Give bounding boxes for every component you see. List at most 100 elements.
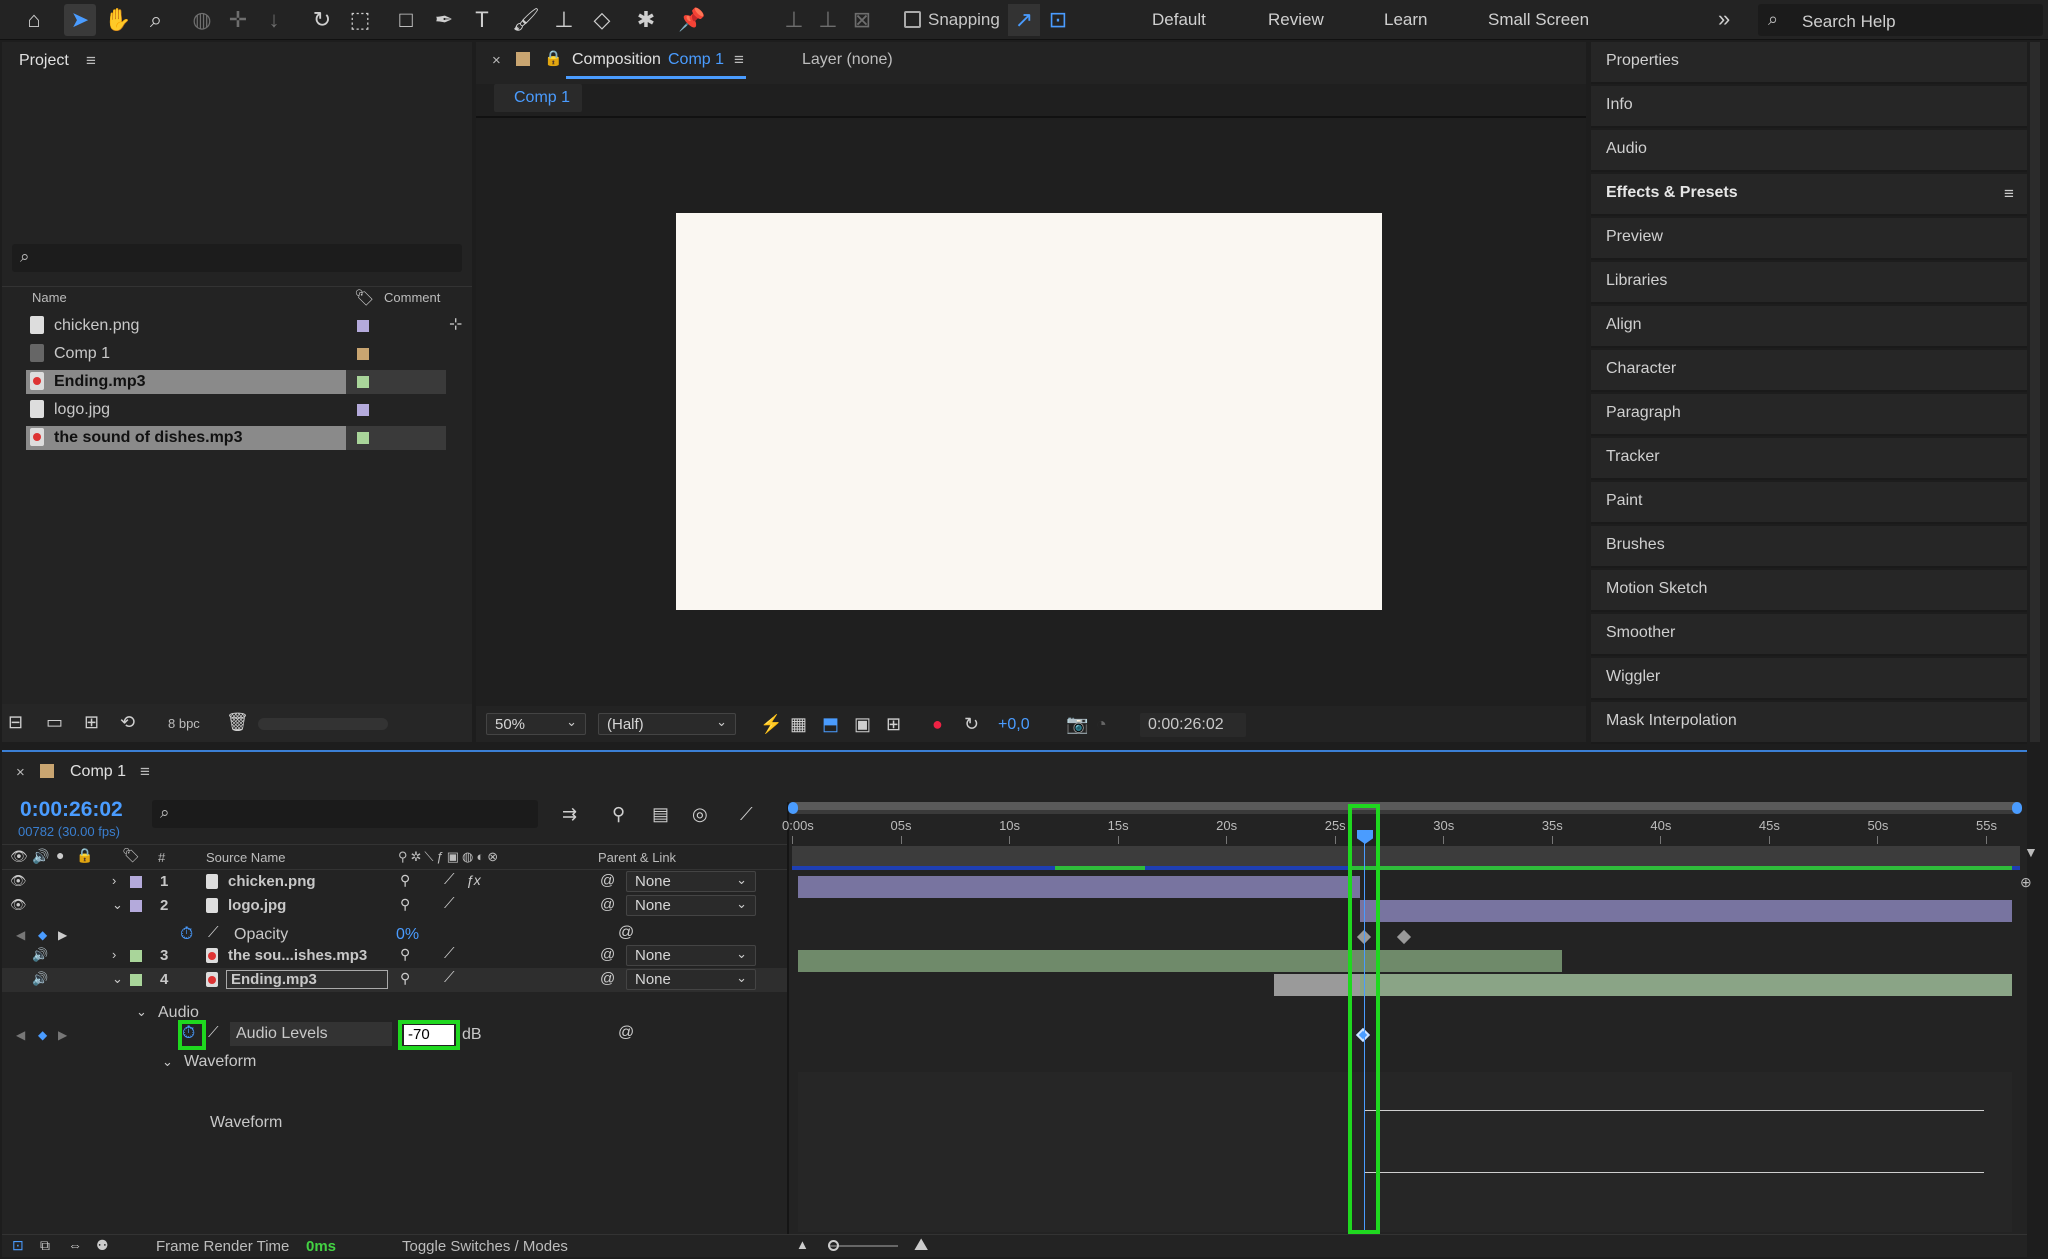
effects-switch-icon[interactable]: ƒx	[466, 872, 481, 888]
work-area-start-handle[interactable]	[788, 802, 798, 814]
graph-icon[interactable]: ⟋	[208, 1024, 219, 1041]
layer-switches-toggle-icon[interactable]: ⊡	[12, 1237, 24, 1254]
exposure-value[interactable]: +0,0	[998, 716, 1030, 734]
search-help-box[interactable]: ⌕ Search Help	[1758, 4, 2043, 36]
panel-align[interactable]: Align	[1591, 306, 2027, 348]
chevron-right-icon[interactable]: ›	[112, 947, 116, 962]
audio-levels-input[interactable]: -70	[404, 1025, 454, 1045]
parent-pickwhip-icon[interactable]: @	[600, 872, 615, 889]
label-color-swatch[interactable]	[357, 376, 369, 388]
timeline-search-input[interactable]: ⌕	[152, 800, 538, 828]
zoom-out-icon[interactable]: ▲	[796, 1237, 809, 1252]
reset-exposure-icon[interactable]: ↻	[964, 714, 979, 735]
close-tab-icon[interactable]: ×	[16, 764, 25, 781]
panel-menu-icon[interactable]: ≡	[140, 762, 150, 782]
panel-properties[interactable]: Properties	[1591, 42, 2027, 84]
delete-icon[interactable]: 🗑	[226, 712, 249, 733]
layer-source-name[interactable]: chicken.png	[228, 873, 316, 890]
layer-row[interactable]: 🔊 ⌄ 4 Ending.mp3 ⚲ ⟋ @ None ⌄	[2, 968, 787, 992]
lock-icon[interactable]: 🔒	[544, 49, 563, 67]
layer-row[interactable]: 👁 › 1 chicken.png ⚲ ⟋ ƒx @ None ⌄	[2, 870, 787, 894]
label-tag-icon[interactable]: 🏷	[354, 288, 374, 308]
pen-tool-icon[interactable]: ✒	[428, 4, 460, 36]
layer-source-name[interactable]: the sou...ishes.mp3	[228, 947, 367, 964]
rectangle-tool-icon[interactable]: □	[390, 4, 422, 36]
add-keyframe-icon[interactable]: ◆	[38, 1028, 47, 1042]
snap-edges-icon[interactable]: ↗	[1008, 4, 1040, 36]
parent-pickwhip-icon[interactable]: @	[600, 896, 615, 913]
comment-column-header[interactable]: Comment	[384, 290, 440, 305]
number-column-header[interactable]: #	[158, 850, 165, 865]
new-folder-icon[interactable]: ▭	[46, 712, 63, 733]
solo-icon[interactable]: ●	[56, 847, 64, 863]
audio-levels-stopwatch-icon[interactable]: ⏱	[182, 1023, 195, 1043]
in-out-toggle-icon[interactable]: ⇔	[68, 1237, 82, 1253]
audio-toggle-icon[interactable]: 🔊	[32, 947, 48, 963]
search-help-input[interactable]: Search Help	[1802, 12, 1896, 32]
graph-icon[interactable]: ⟋	[208, 924, 219, 941]
layer-bar-sound-of-dishes[interactable]	[798, 950, 1562, 972]
layer-tab[interactable]: Layer (none)	[802, 51, 893, 69]
composition-tab-name[interactable]: Comp 1	[668, 51, 724, 69]
viewer-timecode[interactable]: 0:00:26:02	[1140, 713, 1246, 737]
toggle-switches-modes-button[interactable]: Toggle Switches / Modes	[402, 1238, 568, 1255]
brush-tool-icon[interactable]: 🖌	[510, 4, 542, 36]
graph-editor-icon[interactable]: ⟋	[740, 804, 753, 825]
timeline-tab[interactable]: Comp 1	[70, 763, 126, 781]
label-color-swatch[interactable]	[357, 404, 369, 416]
panel-tracker[interactable]: Tracker	[1591, 438, 2027, 480]
shy-switch-icon[interactable]: ⚲	[400, 872, 410, 889]
stopwatch-icon[interactable]: ⏱	[180, 924, 193, 944]
dolly-camera-icon[interactable]: ↓	[258, 4, 290, 36]
parent-pickwhip-icon[interactable]: @	[600, 970, 615, 987]
home-icon[interactable]: ⌂	[18, 4, 50, 36]
layer-bar-logo[interactable]	[1360, 900, 2012, 922]
project-search-input[interactable]: ⌕	[12, 244, 462, 272]
layer-source-name[interactable]: Ending.mp3	[226, 970, 388, 989]
panel-effects-presets[interactable]: Effects & Presets	[1591, 174, 2027, 216]
panel-audio[interactable]: Audio	[1591, 130, 2027, 172]
work-area-end-handle[interactable]	[2012, 802, 2022, 814]
snap-features-icon[interactable]: ⊡	[1042, 4, 1074, 36]
workspace-default[interactable]: Default	[1152, 10, 1206, 30]
panel-character[interactable]: Character	[1591, 350, 2027, 392]
puppet-pin-icon[interactable]: 📌	[676, 4, 708, 36]
panel-paint[interactable]: Paint	[1591, 482, 2027, 524]
close-tab-icon[interactable]: ×	[492, 52, 501, 69]
layer-bar-chicken[interactable]	[798, 876, 1360, 898]
project-list-item[interactable]: the sound of dishes.mp3	[2, 424, 472, 452]
bit-depth-label[interactable]: 8 bpc	[168, 716, 200, 731]
project-list-item[interactable]: chicken.png	[2, 312, 472, 340]
prev-keyframe-icon[interactable]: ◀	[16, 928, 25, 942]
snapshot-camera-icon[interactable]: 📷	[1066, 714, 1088, 735]
new-composition-icon[interactable]: ⊞	[84, 712, 99, 733]
right-panel-scrollbar[interactable]	[2030, 42, 2040, 742]
panel-preview[interactable]: Preview	[1591, 218, 2027, 260]
label-color-swatch[interactable]	[357, 348, 369, 360]
quality-switch-icon[interactable]: ⟋	[444, 969, 455, 986]
workspace-small-screen[interactable]: Small Screen	[1488, 10, 1589, 30]
quality-switch-icon[interactable]: ⟋	[444, 871, 455, 888]
comp-button-icon[interactable]: ⊕	[2020, 874, 2032, 891]
opacity-value[interactable]: 0%	[396, 926, 419, 944]
axis-world-icon[interactable]: ⊥	[812, 4, 844, 36]
workspace-review[interactable]: Review	[1268, 10, 1324, 30]
type-tool-icon[interactable]: T	[466, 4, 498, 36]
axis-local-icon[interactable]: ⊥	[778, 4, 810, 36]
interpret-footage-icon[interactable]: ⊟	[8, 712, 23, 733]
panel-brushes[interactable]: Brushes	[1591, 526, 2027, 568]
zoom-dropdown[interactable]: 50% ⌄	[486, 713, 586, 735]
render-time-toggle-icon[interactable]: ⚉	[96, 1237, 109, 1254]
quality-switch-icon[interactable]: ⟋	[444, 945, 455, 962]
chevron-down-icon[interactable]: ⌄	[112, 971, 123, 987]
roto-brush-icon[interactable]: ✱	[630, 4, 662, 36]
thumbnail-slider[interactable]	[258, 718, 388, 730]
source-name-column-header[interactable]: Source Name	[206, 850, 285, 865]
hand-tool-icon[interactable]: ✋	[102, 4, 134, 36]
name-column-header[interactable]: Name	[32, 290, 67, 305]
zoom-in-icon[interactable]: ⛰	[914, 1235, 928, 1255]
current-time-display[interactable]: 0:00:26:02	[20, 798, 123, 822]
work-area-bar[interactable]	[792, 802, 2020, 814]
grid-guides-icon[interactable]: ⊞	[886, 714, 901, 735]
visibility-toggle-icon[interactable]: 👁	[10, 873, 27, 889]
